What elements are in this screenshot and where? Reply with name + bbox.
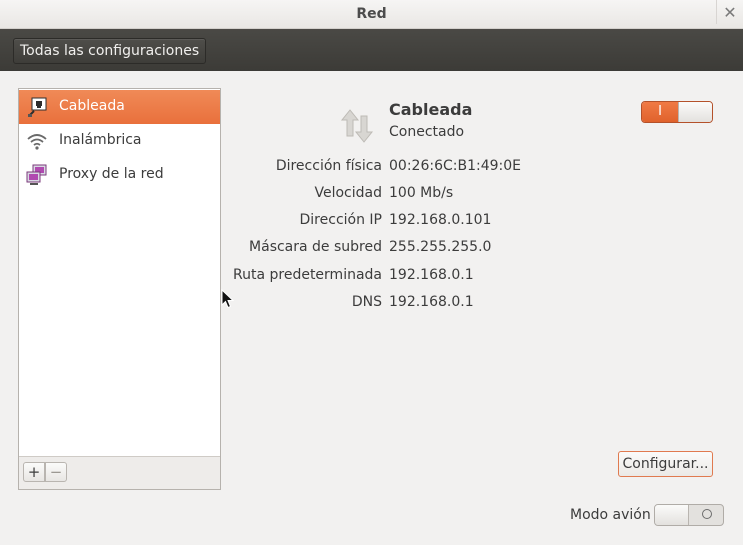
minus-icon: −	[49, 463, 63, 481]
detail-row-dns: DNS 192.168.0.1	[230, 294, 690, 314]
detail-value: 100 Mb/s	[389, 185, 454, 201]
detail-key: Ruta predeterminada	[233, 267, 382, 283]
detail-key: Velocidad	[314, 185, 383, 201]
detail-row-netmask: Máscara de subred 255.255.255.0	[230, 239, 690, 259]
window-titlebar: Red ✕	[0, 0, 743, 29]
wifi-icon	[25, 129, 49, 153]
sidebar-item-wired[interactable]: Cableada	[19, 90, 220, 124]
sidebar-item-label: Cableada	[59, 98, 125, 114]
detail-value: 192.168.0.1	[389, 267, 474, 283]
toolbar: Todas las configuraciones	[0, 29, 743, 71]
remove-connection-button[interactable]: −	[45, 462, 67, 482]
connection-name: Cableada	[389, 100, 473, 119]
detail-value: 192.168.0.1	[389, 294, 474, 310]
detail-key: Dirección física	[275, 158, 382, 174]
network-transfer-icon	[338, 106, 378, 146]
close-icon: ✕	[723, 2, 737, 22]
detail-key: Máscara de subred	[249, 239, 382, 255]
wired-network-icon	[25, 95, 49, 119]
connection-toggle[interactable]: I	[641, 101, 713, 123]
mouse-cursor-icon	[221, 288, 235, 309]
toggle-off-icon	[702, 509, 712, 519]
detail-key: Dirección IP	[299, 212, 382, 228]
sidebar-item-label: Proxy de la red	[59, 166, 164, 182]
toggle-knob	[655, 505, 689, 525]
airplane-mode-label: Modo avión	[570, 507, 651, 523]
airplane-mode-toggle[interactable]	[654, 504, 724, 526]
toggle-on-label: I	[642, 102, 678, 122]
toggle-knob	[678, 102, 712, 122]
detail-row-gateway: Ruta predeterminada 192.168.0.1	[230, 267, 690, 287]
connection-status: Conectado	[389, 124, 465, 140]
all-settings-button[interactable]: Todas las configuraciones	[13, 38, 207, 64]
detail-key: DNS	[351, 294, 382, 310]
detail-value: 00:26:6C:B1:49:0E	[389, 158, 521, 174]
sidebar-item-wireless[interactable]: Inalámbrica	[19, 124, 220, 158]
detail-row-ip: Dirección IP 192.168.0.101	[230, 212, 690, 232]
add-connection-button[interactable]: +	[23, 462, 45, 482]
detail-value: 192.168.0.101	[389, 212, 492, 228]
close-button[interactable]: ✕	[716, 0, 743, 24]
detail-value: 255.255.255.0	[389, 239, 492, 255]
detail-row-mac: Dirección física 00:26:6C:B1:49:0E	[230, 158, 690, 178]
window-title: Red	[356, 6, 387, 22]
sidebar-footer: + −	[19, 456, 220, 489]
sidebar-item-label: Inalámbrica	[59, 132, 142, 148]
sidebar-item-proxy[interactable]: Proxy de la red	[19, 158, 220, 192]
network-proxy-icon	[25, 163, 49, 187]
sidebar: Cableada Inalámbrica Proxy de la red + −	[18, 88, 221, 490]
detail-row-speed: Velocidad 100 Mb/s	[230, 185, 690, 205]
configure-button[interactable]: Configurar...	[618, 451, 713, 477]
plus-icon: +	[27, 463, 41, 481]
